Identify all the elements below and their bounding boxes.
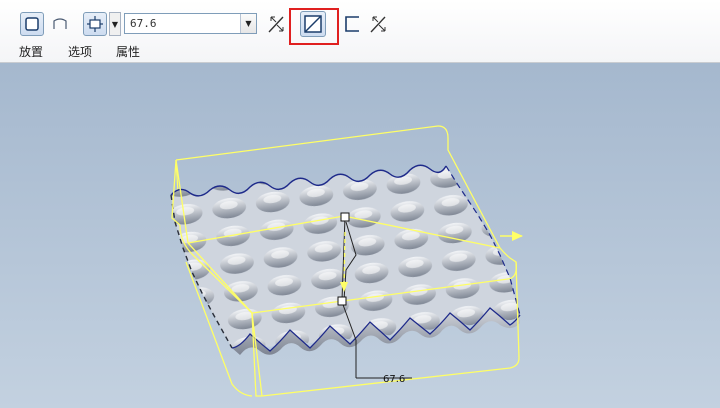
depth-option-button[interactable] [83, 12, 107, 36]
chevron-down-icon[interactable]: ▼ [240, 14, 256, 33]
tab-placement[interactable]: 放置 [19, 43, 43, 60]
surface-icon [53, 18, 67, 29]
solid-icon [25, 17, 39, 31]
flip-thicken-icon [370, 16, 386, 33]
depth-option-dropdown[interactable]: ▼ [109, 12, 121, 36]
depth-option-icon [87, 16, 103, 32]
flip-thicken-button[interactable] [366, 12, 390, 36]
dashboard-toolbar: ▼ ▼ 放置 选项 属性 [0, 0, 720, 63]
drag-handle-bottom[interactable] [337, 296, 347, 306]
thicken-button[interactable] [340, 12, 364, 36]
tab-properties[interactable]: 属性 [116, 43, 140, 60]
solid-button[interactable] [20, 12, 44, 36]
surface-button[interactable] [48, 12, 72, 36]
model-canvas[interactable]: 67.6 [0, 63, 720, 408]
dimension-label[interactable]: 67.6 [383, 374, 405, 385]
flip-direction-button[interactable] [264, 12, 288, 36]
depth-value-combo[interactable]: ▼ [124, 13, 257, 34]
depth-value-input[interactable] [127, 15, 243, 32]
drag-handle-top[interactable] [340, 212, 350, 222]
tab-options[interactable]: 选项 [68, 43, 92, 60]
waffle-surface[interactable] [170, 164, 521, 355]
flip-direction-icon [268, 16, 284, 33]
thicken-icon [345, 16, 359, 32]
graphics-viewport[interactable]: 67.6 [0, 63, 720, 408]
highlight-box [289, 8, 339, 45]
